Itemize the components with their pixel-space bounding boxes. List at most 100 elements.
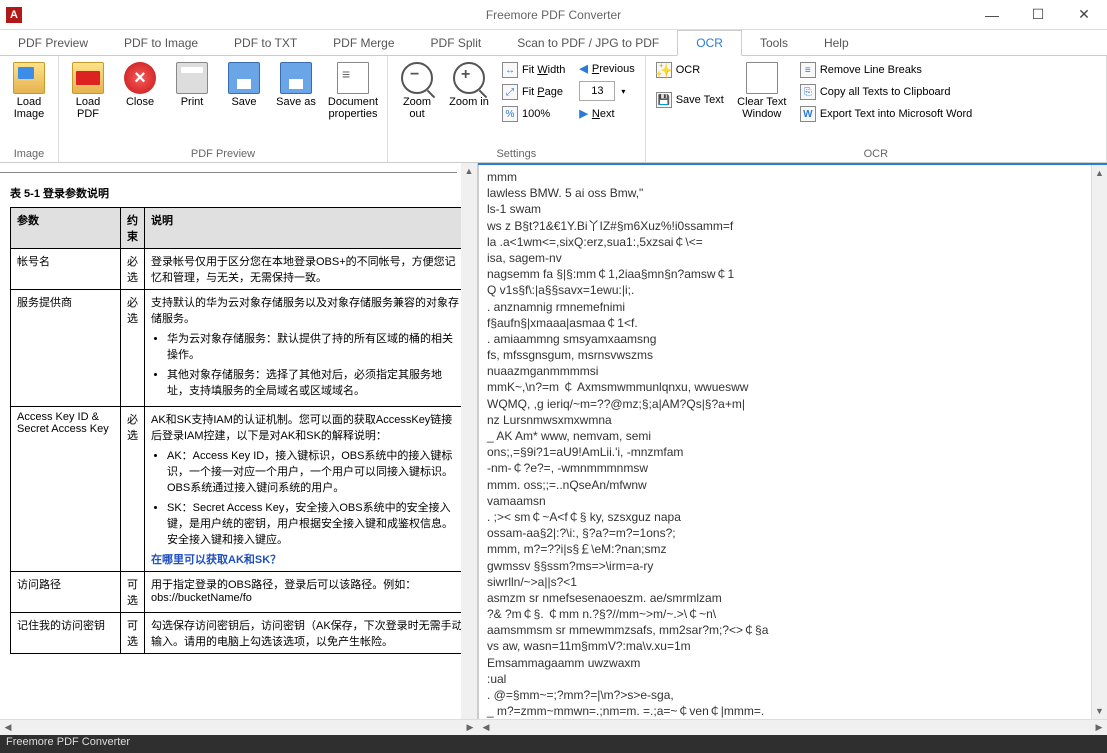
table-row: Access Key ID & Secret Access Key必选AK和SK… bbox=[11, 407, 470, 572]
ribbon-label-settings: Settings bbox=[394, 146, 639, 162]
folder-image-icon bbox=[13, 62, 45, 94]
preview-scrollbar-h[interactable]: ◀ ▶ bbox=[0, 719, 478, 735]
zoom-out-label: Zoom out bbox=[396, 96, 438, 120]
save-text-label: Save Text bbox=[676, 94, 724, 106]
page-number: ▾ bbox=[575, 79, 638, 103]
ocr-scrollbar-v[interactable]: ▲ ▼ bbox=[1091, 165, 1107, 719]
cell-req: 必选 bbox=[121, 249, 145, 290]
scroll-track[interactable] bbox=[16, 720, 462, 735]
close-window-button[interactable]: ✕ bbox=[1061, 0, 1107, 30]
fit-page-button[interactable]: ⤢ Fit Page bbox=[498, 82, 569, 102]
pdf-preview-pane: ▲ ▼ 表 5-1 登录参数说明 参数 约束 说明 帐号名必选登录帐号仅用于区分… bbox=[0, 163, 478, 735]
fit-width-button[interactable]: ↔ Fit Width bbox=[498, 60, 569, 80]
load-image-label: Load Image bbox=[8, 96, 50, 120]
load-image-button[interactable]: Load Image bbox=[6, 60, 52, 122]
ocr-text[interactable]: mmm lawless BMW. 5 ai oss Bmw," ls-1 swa… bbox=[478, 165, 1091, 719]
copy-all-label: Copy all Texts to Clipboard bbox=[820, 86, 951, 98]
export-word-button[interactable]: W Export Text into Microsoft Word bbox=[796, 104, 976, 124]
titlebar: A Freemore PDF Converter — ☐ ✕ bbox=[0, 0, 1107, 30]
tab-pdf-preview[interactable]: PDF Preview bbox=[0, 30, 106, 55]
minimize-button[interactable]: — bbox=[969, 0, 1015, 30]
ocr-icon: ✨ bbox=[656, 62, 672, 78]
previous-button[interactable]: ◀ Previous bbox=[575, 60, 638, 77]
cell-desc: 用于指定登录的OBS路径，登录后可以该路径。例如：obs://bucketNam… bbox=[145, 572, 470, 613]
print-button[interactable]: Print bbox=[169, 60, 215, 110]
remove-breaks-label: Remove Line Breaks bbox=[820, 64, 922, 76]
hundred-label: 100% bbox=[522, 108, 550, 120]
save-button[interactable]: Save bbox=[221, 60, 267, 110]
close-button[interactable]: Close bbox=[117, 60, 163, 110]
scroll-track[interactable] bbox=[494, 720, 1091, 735]
save-text-button[interactable]: 💾 Save Text bbox=[652, 90, 728, 110]
tab-help[interactable]: Help bbox=[806, 30, 867, 55]
scroll-up-icon[interactable]: ▲ bbox=[1092, 165, 1107, 181]
scroll-right-icon[interactable]: ▶ bbox=[462, 720, 478, 735]
clear-text-icon bbox=[746, 62, 778, 94]
ocr-button[interactable]: ✨ OCR bbox=[652, 60, 728, 80]
remove-breaks-button[interactable]: ≡ Remove Line Breaks bbox=[796, 60, 976, 80]
zoom-in-label: Zoom in bbox=[449, 96, 489, 108]
save-as-button[interactable]: Save as bbox=[273, 60, 319, 110]
page-input[interactable] bbox=[579, 81, 615, 101]
clear-text-label: Clear Text Window bbox=[736, 96, 788, 120]
page-header-crop bbox=[0, 163, 457, 173]
cell-req: 可选 bbox=[121, 613, 145, 654]
zoom-out-button[interactable]: Zoom out bbox=[394, 60, 440, 122]
tab-pdf-split[interactable]: PDF Split bbox=[413, 30, 500, 55]
cell-desc: 登录帐号仅用于区分您在本地登录OBS+的不同帐号，方便您记忆和管理，与无关，无需… bbox=[145, 249, 470, 290]
print-label: Print bbox=[181, 96, 204, 108]
status-text: Freemore PDF Converter bbox=[6, 736, 130, 748]
export-word-label: Export Text into Microsoft Word bbox=[820, 108, 972, 120]
preview-scrollbar-v[interactable]: ▲ ▼ bbox=[461, 163, 477, 735]
tab-pdf-merge[interactable]: PDF Merge bbox=[315, 30, 412, 55]
pdf-link[interactable]: 在哪里可以获取AK和SK？ bbox=[151, 551, 463, 567]
scroll-up-icon[interactable]: ▲ bbox=[461, 163, 477, 179]
tab-pdf-to-txt[interactable]: PDF to TXT bbox=[216, 30, 315, 55]
save-as-icon bbox=[280, 62, 312, 94]
arrow-left-icon: ◀ bbox=[579, 62, 587, 75]
zoom-out-icon bbox=[401, 62, 433, 94]
th-req: 约束 bbox=[121, 208, 145, 249]
ocr-label: OCR bbox=[676, 64, 700, 76]
copy-icon: ⎘ bbox=[800, 84, 816, 100]
scroll-down-icon[interactable]: ▼ bbox=[1092, 703, 1107, 719]
tab-scan-to-pdf[interactable]: Scan to PDF / JPG to PDF bbox=[499, 30, 677, 55]
tab-pdf-to-image[interactable]: PDF to Image bbox=[106, 30, 216, 55]
cell-param: 记住我的访问密钥 bbox=[11, 613, 121, 654]
doc-props-icon bbox=[337, 62, 369, 94]
hundred-icon: % bbox=[502, 106, 518, 122]
ribbon-group-image: Load Image Image bbox=[0, 56, 59, 162]
ribbon-group-settings: Zoom out Zoom in ↔ Fit Width ⤢ Fit Page … bbox=[388, 56, 646, 162]
tab-tools[interactable]: Tools bbox=[742, 30, 806, 55]
menubar: PDF Preview PDF to Image PDF to TXT PDF … bbox=[0, 30, 1107, 56]
fit-width-icon: ↔ bbox=[502, 62, 518, 78]
ocr-scrollbar-h[interactable]: ◀ ▶ bbox=[478, 719, 1107, 735]
zoom-in-button[interactable]: Zoom in bbox=[446, 60, 492, 110]
fit-page-icon: ⤢ bbox=[502, 84, 518, 100]
ribbon-group-ocr: ✨ OCR 💾 Save Text Clear Text Window ≡ Re… bbox=[646, 56, 1107, 162]
ribbon-label-image: Image bbox=[6, 146, 52, 162]
scroll-left-icon[interactable]: ◀ bbox=[478, 720, 494, 735]
hundred-button[interactable]: % 100% bbox=[498, 104, 569, 124]
clear-text-button[interactable]: Clear Text Window bbox=[734, 60, 790, 122]
cell-req: 可选 bbox=[121, 572, 145, 613]
ribbon: Load Image Image Load PDF Close Print Sa… bbox=[0, 56, 1107, 163]
copy-all-button[interactable]: ⎘ Copy all Texts to Clipboard bbox=[796, 82, 976, 102]
table-row: 帐号名必选登录帐号仅用于区分您在本地登录OBS+的不同帐号，方便您记忆和管理，与… bbox=[11, 249, 470, 290]
next-button[interactable]: ▶ Next bbox=[575, 105, 638, 122]
tab-ocr[interactable]: OCR bbox=[677, 30, 742, 56]
cell-param: 访问路径 bbox=[11, 572, 121, 613]
cell-param: 服务提供商 bbox=[11, 290, 121, 407]
save-icon bbox=[228, 62, 260, 94]
page-dropdown-icon[interactable]: ▾ bbox=[621, 87, 625, 96]
pdf-page: 表 5-1 登录参数说明 参数 约束 说明 帐号名必选登录帐号仅用于区分您在本地… bbox=[0, 163, 477, 654]
load-pdf-button[interactable]: Load PDF bbox=[65, 60, 111, 122]
cell-param: Access Key ID & Secret Access Key bbox=[11, 407, 121, 572]
load-pdf-label: Load PDF bbox=[67, 96, 109, 120]
scroll-right-icon[interactable]: ▶ bbox=[1091, 720, 1107, 735]
scroll-left-icon[interactable]: ◀ bbox=[0, 720, 16, 735]
doc-properties-button[interactable]: Document properties bbox=[325, 60, 381, 122]
maximize-button[interactable]: ☐ bbox=[1015, 0, 1061, 30]
cell-req: 必选 bbox=[121, 407, 145, 572]
cell-desc: 勾选保存访问密钥后，访问密钥（AK保存，下次登录时无需手动输入。请用的电脑上勾选… bbox=[145, 613, 470, 654]
